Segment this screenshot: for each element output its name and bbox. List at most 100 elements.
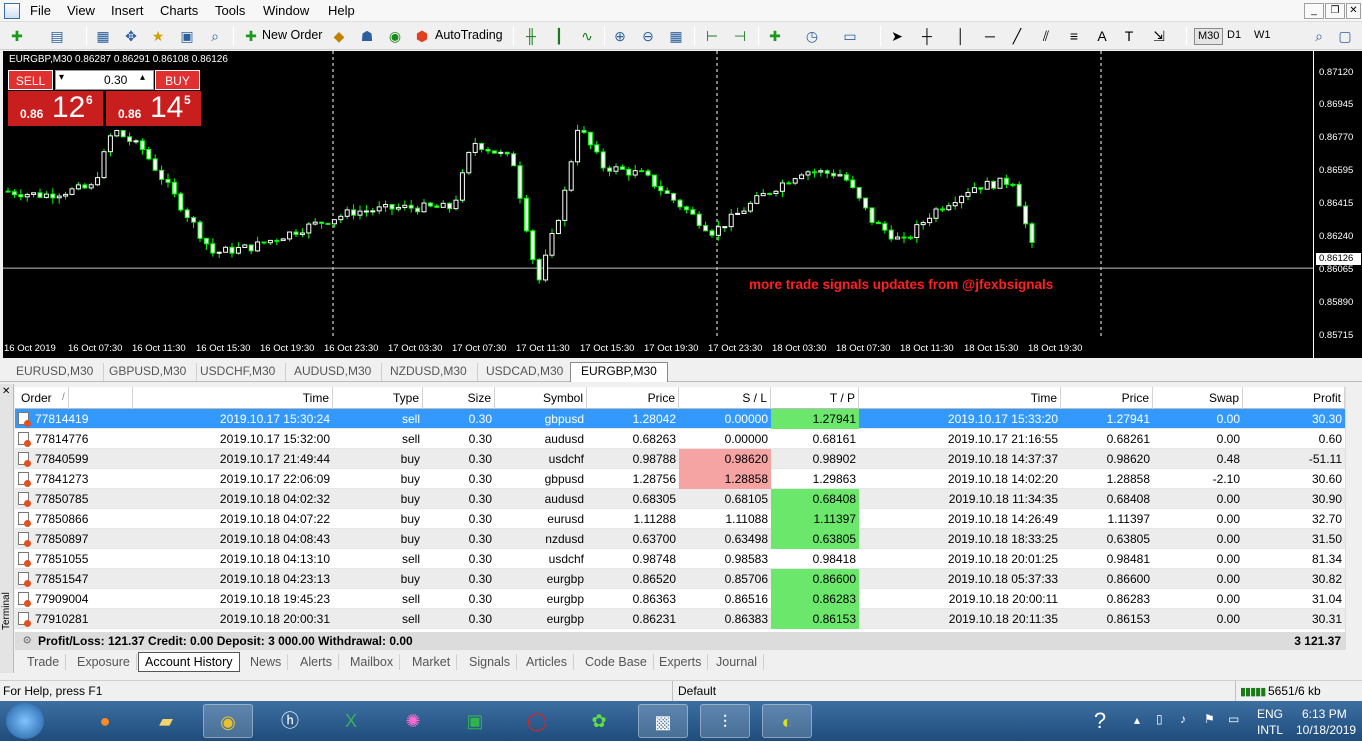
restore-icon[interactable]: ❐ bbox=[1325, 3, 1345, 19]
buy-button[interactable]: BUY bbox=[155, 70, 200, 90]
column-header[interactable]: Type bbox=[333, 387, 423, 409]
menu-help[interactable]: Help bbox=[328, 3, 355, 18]
column-header[interactable]: Symbol bbox=[495, 387, 587, 409]
metatrader-icon[interactable]: ⫶ bbox=[700, 704, 750, 738]
market-watch-icon[interactable]: ▦ bbox=[94, 27, 112, 45]
table-row[interactable]: 77850897 2019.10.18 04:08:43 buy 0.30 nzdusd… bbox=[15, 529, 1345, 549]
tab-audusd[interactable]: AUDUSD,M30 bbox=[284, 363, 383, 381]
table-row[interactable]: 77840599 2019.10.17 21:49:44 buy 0.30 usdchf… bbox=[15, 449, 1345, 469]
lot-decrease-icon[interactable]: ▾ bbox=[59, 72, 64, 83]
metaeditor-icon[interactable]: ◆ bbox=[330, 27, 348, 45]
lot-size-stepper[interactable]: ▾ 0.30 ▴ bbox=[55, 70, 154, 90]
lot-increase-icon[interactable]: ▴ bbox=[140, 72, 145, 83]
candlestick-icon[interactable]: ┃ bbox=[550, 27, 568, 45]
chat-icon[interactable]: ▢ bbox=[1336, 27, 1354, 45]
search-icon[interactable]: ⌕ bbox=[1310, 27, 1328, 45]
vertical-line-icon[interactable]: │ bbox=[952, 27, 970, 45]
help-icon[interactable]: ? bbox=[1080, 704, 1120, 738]
tab-code-base[interactable]: Code Base bbox=[579, 654, 654, 670]
column-header[interactable]: Order bbox=[15, 387, 133, 409]
table-row[interactable]: 77909004 2019.10.18 19:45:23 sell 0.30 eurgb… bbox=[15, 589, 1345, 609]
sell-price-button[interactable]: 0.86 12 6 bbox=[8, 91, 103, 126]
chrome-icon[interactable]: ◉ bbox=[203, 704, 253, 738]
terminal-icon[interactable]: ▣ bbox=[178, 27, 196, 45]
table-row[interactable]: 77850866 2019.10.18 04:07:22 buy 0.30 eurusd… bbox=[15, 509, 1345, 529]
zoom-in-icon[interactable]: ⊕ bbox=[611, 27, 629, 45]
navigator-icon[interactable]: ✥ bbox=[122, 27, 140, 45]
templates-icon[interactable]: ▭ bbox=[841, 27, 859, 45]
zoom-out-icon[interactable]: ⊖ bbox=[639, 27, 657, 45]
forex-terminal-icon[interactable]: ▩ bbox=[638, 704, 688, 738]
horizontal-line-icon[interactable]: ─ bbox=[981, 27, 999, 45]
ide-icon[interactable]: ☗ bbox=[358, 27, 376, 45]
tab-eurusd[interactable]: EURUSD,M30 bbox=[6, 363, 105, 381]
table-row[interactable]: 77850785 2019.10.18 04:02:32 buy 0.30 audusd… bbox=[15, 489, 1345, 509]
lot-size-input[interactable]: 0.30 bbox=[104, 73, 127, 87]
tab-account-history[interactable]: Account History bbox=[138, 652, 240, 672]
tab-eurgbp[interactable]: EURGBP,M30 bbox=[570, 362, 668, 382]
clock-date[interactable]: 10/18/2019 bbox=[1296, 723, 1356, 737]
menu-tools[interactable]: Tools bbox=[215, 3, 245, 18]
tab-usdchf[interactable]: USDCHF,M30 bbox=[190, 363, 287, 381]
tab-gbpusd[interactable]: GBPUSD,M30 bbox=[99, 363, 198, 381]
close-icon[interactable]: ✕ bbox=[2, 386, 10, 397]
column-header[interactable]: S / L bbox=[679, 387, 771, 409]
tab-nzdusd[interactable]: NZDUSD,M30 bbox=[380, 363, 478, 381]
column-header[interactable]: Price bbox=[587, 387, 679, 409]
column-header[interactable]: Size bbox=[423, 387, 495, 409]
app-icon[interactable] bbox=[4, 3, 20, 19]
equidistant-channel-icon[interactable]: ⫽ bbox=[1037, 27, 1055, 45]
chart-shift-icon[interactable]: ⊢ bbox=[703, 27, 721, 45]
table-scrollbar[interactable] bbox=[1345, 387, 1361, 650]
tile-windows-icon[interactable]: ▦ bbox=[667, 27, 685, 45]
tab-usdcad[interactable]: USDCAD,M30 bbox=[476, 363, 575, 381]
strategy-tester-icon[interactable]: ⌕ bbox=[206, 27, 224, 45]
column-header[interactable]: Time bbox=[859, 387, 1061, 409]
store-icon[interactable]: ▣ bbox=[450, 704, 500, 738]
menu-window[interactable]: Window bbox=[263, 3, 309, 18]
expand-icon[interactable]: ⊙ bbox=[23, 632, 31, 650]
timeframe-d1[interactable]: D1 bbox=[1224, 28, 1244, 45]
language-code[interactable]: ENG bbox=[1257, 707, 1283, 721]
volume-icon[interactable]: ♪ bbox=[1180, 712, 1186, 726]
start-button[interactable] bbox=[6, 703, 44, 739]
tab-articles[interactable]: Articles bbox=[520, 654, 574, 670]
column-header[interactable]: Profit bbox=[1243, 387, 1345, 409]
cursor-icon[interactable]: ➤ bbox=[888, 27, 906, 45]
power-icon[interactable]: ▭ bbox=[1228, 712, 1239, 726]
column-header[interactable]: Time bbox=[133, 387, 333, 409]
autotrading-button[interactable]: AutoTrading bbox=[435, 28, 503, 42]
minimize-icon[interactable]: _ bbox=[1304, 3, 1324, 19]
menu-view[interactable]: View bbox=[67, 3, 95, 18]
indicators-icon[interactable]: ✚ bbox=[766, 27, 784, 45]
file-explorer-icon[interactable]: ▰ bbox=[141, 704, 191, 738]
icq-icon[interactable]: ✿ bbox=[574, 704, 624, 738]
tab-mailbox[interactable]: Mailbox bbox=[344, 654, 401, 670]
menu-charts[interactable]: Charts bbox=[160, 3, 198, 18]
new-order-icon[interactable]: ✚ bbox=[242, 27, 260, 45]
tab-alerts[interactable]: Alerts bbox=[294, 654, 339, 670]
timeframe-w1[interactable]: W1 bbox=[1251, 28, 1274, 45]
tab-news[interactable]: News bbox=[244, 654, 289, 670]
bar-chart-icon[interactable]: ╫ bbox=[522, 27, 540, 45]
table-row[interactable]: 77814419 2019.10.17 15:30:24 sell 0.30 gbpus… bbox=[15, 409, 1345, 429]
tray-network-icon[interactable]: ▯ bbox=[1156, 712, 1163, 726]
keyboard-layout[interactable]: INTL bbox=[1257, 723, 1283, 737]
opera-icon[interactable]: ◯ bbox=[512, 704, 562, 738]
tab-trade[interactable]: Trade bbox=[21, 654, 67, 670]
excel-icon[interactable]: X bbox=[326, 704, 376, 738]
fibonacci-icon[interactable]: ≡ bbox=[1065, 27, 1083, 45]
flag-icon[interactable]: ⚑ bbox=[1204, 712, 1215, 726]
timeframe-m30[interactable]: M30 bbox=[1194, 28, 1224, 45]
periods-icon[interactable]: ◷ bbox=[803, 27, 821, 45]
menu-file[interactable]: File bbox=[30, 3, 51, 18]
line-chart-icon[interactable]: ∿ bbox=[578, 27, 596, 45]
profiles-icon[interactable]: ▤ bbox=[48, 27, 66, 45]
price-chart[interactable]: EURGBP,M30 0.86287 0.86291 0.86108 0.861… bbox=[3, 51, 1362, 358]
text-tool-icon[interactable]: A bbox=[1093, 27, 1111, 45]
table-row[interactable]: 77841273 2019.10.17 22:06:09 buy 0.30 gbpusd… bbox=[15, 469, 1345, 489]
table-row[interactable]: 77814776 2019.10.17 15:32:00 sell 0.30 audus… bbox=[15, 429, 1345, 449]
favorites-icon[interactable]: ★ bbox=[149, 27, 167, 45]
clock-time[interactable]: 6:13 PM bbox=[1302, 707, 1347, 721]
tab-journal[interactable]: Journal bbox=[710, 654, 764, 670]
